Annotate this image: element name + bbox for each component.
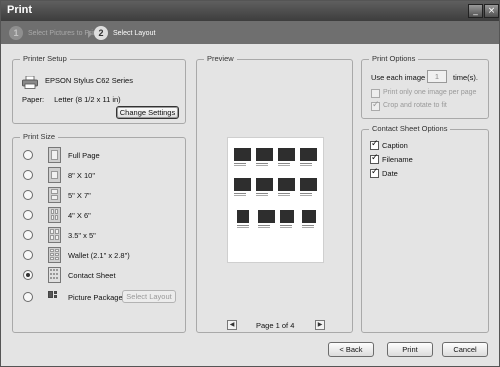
- print-size-option-4x6[interactable]: 4" X 6": [13, 207, 185, 223]
- radio-button[interactable]: [23, 250, 33, 260]
- radio-button[interactable]: [23, 292, 33, 302]
- caption-checkbox[interactable]: [370, 139, 379, 150]
- radio-button[interactable]: [23, 190, 33, 200]
- wizard-steps-bar: 1 Select Pictures to Print 2 Select Layo…: [1, 21, 499, 44]
- step-arrow-icon: [88, 30, 92, 38]
- crop-rotate-checkbox[interactable]: [371, 100, 380, 111]
- step-number: 2: [94, 26, 108, 40]
- next-page-button[interactable]: ▶: [315, 320, 325, 330]
- print-size-label: Contact Sheet: [68, 271, 116, 280]
- preview-thumbnail: [258, 210, 275, 226]
- contact-sheet-options-title: Contact Sheet Options: [369, 124, 451, 133]
- print-size-option-8x10[interactable]: 8" X 10": [13, 167, 185, 183]
- print-size-label: 3.5" x 5": [68, 231, 96, 240]
- paper-label: Paper:: [22, 95, 45, 104]
- cancel-button[interactable]: Cancel: [442, 342, 488, 357]
- minimize-icon[interactable]: _: [468, 4, 483, 18]
- 3.5x5-layout-icon: [48, 227, 61, 243]
- preview-thumbnail: [256, 178, 273, 194]
- step-select-layout[interactable]: 2 Select Layout: [94, 25, 155, 41]
- 5x7-layout-icon: [48, 187, 61, 203]
- title-bar[interactable]: Print _ ×: [1, 1, 499, 21]
- printer-icon: [22, 76, 38, 89]
- print-size-label: Wallet (2.1" x 2.8"): [68, 251, 130, 260]
- previous-page-button[interactable]: ◀: [227, 320, 237, 330]
- preview-thumbnail: [300, 148, 317, 164]
- change-settings-button[interactable]: Change Settings: [116, 106, 179, 119]
- print-window: Print _ × 1 Select Pictures to Print 2 S…: [0, 0, 500, 367]
- window-title: Print: [7, 4, 33, 16]
- print-size-option-5x7[interactable]: 5" X 7": [13, 187, 185, 203]
- preview-group: Preview ◀ Page 1 of 4 ▶: [196, 54, 353, 333]
- close-icon[interactable]: ×: [484, 4, 499, 18]
- 4x6-layout-icon: [48, 207, 61, 223]
- radio-button[interactable]: [23, 170, 33, 180]
- preview-thumbnail: [256, 148, 273, 164]
- preview-title: Preview: [204, 54, 237, 63]
- step-label: Select Layout: [113, 29, 156, 37]
- use-each-count-input[interactable]: [427, 70, 447, 83]
- print-size-option-wallet[interactable]: Wallet (2.1" x 2.8"): [13, 247, 185, 263]
- radio-button[interactable]: [23, 230, 33, 240]
- back-button[interactable]: < Back: [328, 342, 374, 357]
- print-options-group: Print Options Use each image time(s). Pr…: [361, 54, 489, 119]
- print-size-option-3.5x5[interactable]: 3.5" x 5": [13, 227, 185, 243]
- radio-button-selected[interactable]: [23, 270, 33, 280]
- times-label: time(s).: [453, 73, 478, 82]
- print-size-label: 5" X 7": [68, 191, 91, 200]
- print-size-label: Picture Package: [68, 293, 123, 302]
- preview-thumbnail: [278, 178, 295, 194]
- radio-button[interactable]: [23, 150, 33, 160]
- crop-rotate-label: Crop and rotate to fit: [383, 102, 447, 109]
- step-number: 1: [9, 26, 23, 40]
- print-button[interactable]: Print: [387, 342, 433, 357]
- radio-button[interactable]: [23, 210, 33, 220]
- printer-setup-title: Printer Setup: [20, 54, 70, 63]
- filename-checkbox[interactable]: [370, 153, 379, 164]
- picture-package-layout-icon: [48, 289, 61, 305]
- preview-thumbnail: [302, 210, 316, 226]
- paper-info: Paper: Letter (8 1/2 x 11 in): [22, 95, 121, 104]
- one-image-per-page-label: Print only one image per page: [383, 89, 477, 96]
- select-layout-button[interactable]: Select Layout: [122, 290, 176, 303]
- print-size-group: Print Size Full Page 8" X 10" 5" X 7" 4"…: [12, 132, 186, 333]
- preview-thumbnail: [234, 148, 251, 164]
- preview-thumbnail: [237, 210, 249, 226]
- caption-label: Caption: [382, 141, 408, 150]
- date-label: Date: [382, 169, 398, 178]
- preview-page: [227, 137, 324, 263]
- preview-thumbnail: [280, 210, 294, 226]
- preview-thumbnail: [300, 178, 317, 194]
- preview-thumbnail: [234, 178, 251, 194]
- print-size-option-full-page[interactable]: Full Page: [13, 147, 185, 163]
- preview-thumbnail: [278, 148, 295, 164]
- contact-sheet-options-group: Contact Sheet Options Caption Filename D…: [361, 124, 489, 333]
- print-options-title: Print Options: [369, 54, 419, 63]
- print-size-option-contact-sheet[interactable]: Contact Sheet: [13, 267, 185, 283]
- print-size-label: Full Page: [68, 151, 100, 160]
- wallet-layout-icon: [48, 247, 61, 263]
- print-size-label: 8" X 10": [68, 171, 96, 180]
- step-select-pictures[interactable]: 1 Select Pictures to Print: [9, 25, 99, 41]
- page-indicator: Page 1 of 4: [256, 321, 295, 330]
- date-checkbox[interactable]: [370, 167, 379, 178]
- printer-name: EPSON Stylus C62 Series: [45, 76, 133, 85]
- 8x10-layout-icon: [48, 167, 61, 183]
- printer-setup-group: Printer Setup EPSON Stylus C62 Series Pa…: [12, 54, 186, 124]
- filename-label: Filename: [382, 155, 413, 164]
- use-each-label: Use each image: [371, 73, 426, 82]
- contact-sheet-layout-icon: [48, 267, 61, 283]
- print-size-label: 4" X 6": [68, 211, 91, 220]
- print-size-title: Print Size: [20, 132, 59, 141]
- one-image-per-page-checkbox[interactable]: [371, 89, 380, 98]
- full-page-layout-icon: [48, 147, 61, 163]
- paper-value: Letter (8 1/2 x 11 in): [54, 95, 121, 104]
